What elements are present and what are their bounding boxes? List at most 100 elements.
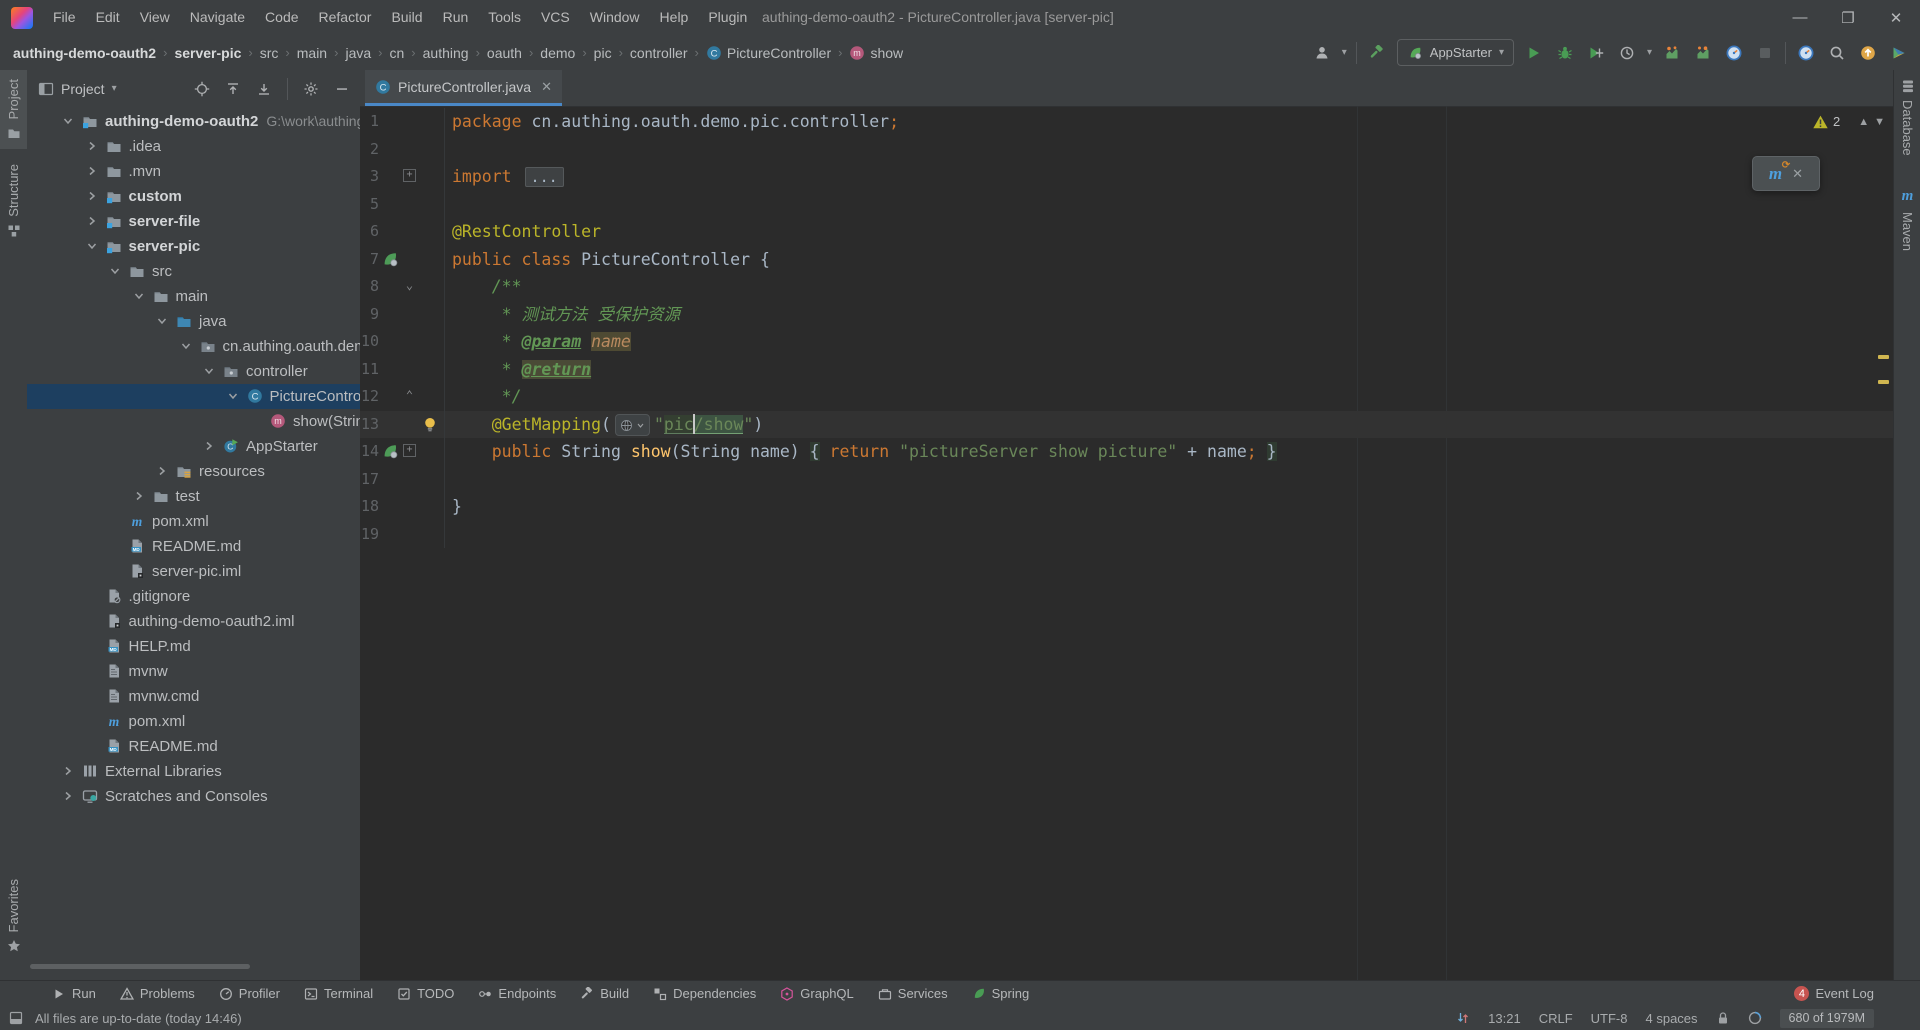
locate-file-icon[interactable]: [194, 81, 210, 97]
profiler-button[interactable]: [1616, 41, 1638, 65]
tree-row-pom-xml[interactable]: mpom.xml: [27, 509, 360, 534]
chevron-down-icon[interactable]: [155, 314, 169, 328]
tree-row--gitignore[interactable]: .gitignore: [27, 584, 360, 609]
tree-row-pom-xml[interactable]: mpom.xml: [27, 709, 360, 734]
chevron-right-icon[interactable]: [85, 189, 99, 203]
chevron-right-icon[interactable]: [132, 489, 146, 503]
chevron-right-icon[interactable]: [202, 439, 216, 453]
toolwindow-button-profiler[interactable]: Profiler: [207, 981, 292, 1006]
chevron-down-icon[interactable]: [179, 339, 193, 353]
tree-row-picturecontroller[interactable]: CPictureController: [27, 384, 360, 409]
minimize-button[interactable]: —: [1776, 0, 1824, 35]
async-profiler-cpu-icon[interactable]: [1661, 41, 1683, 65]
toolwindow-tab-favorites[interactable]: Favorites: [0, 870, 27, 962]
warning-stripe-mark[interactable]: [1878, 355, 1889, 359]
tree-row-java[interactable]: java: [27, 309, 360, 334]
menu-help[interactable]: Help: [650, 0, 699, 35]
close-icon[interactable]: ✕: [541, 79, 552, 95]
fold-marker-icon[interactable]: +: [403, 169, 416, 182]
chevron-down-icon[interactable]: [85, 239, 99, 253]
project-panel-title[interactable]: Project: [61, 81, 105, 97]
breadcrumb-item-show[interactable]: mshow: [848, 45, 904, 61]
toolwindow-button-dependencies[interactable]: Dependencies: [641, 981, 768, 1006]
user-account-icon[interactable]: [1311, 41, 1333, 65]
close-button[interactable]: ✕: [1872, 0, 1920, 35]
chevron-down-icon[interactable]: [61, 114, 75, 128]
toolwindow-button-spring[interactable]: Spring: [960, 981, 1042, 1006]
tree-row-test[interactable]: test: [27, 484, 360, 509]
url-inlay-hint[interactable]: [615, 414, 650, 436]
chevron-right-icon[interactable]: [61, 789, 75, 803]
chevron-right-icon[interactable]: [61, 764, 75, 778]
code-line-11[interactable]: 11 * @return: [360, 356, 1893, 384]
code-line-5[interactable]: 5: [360, 191, 1893, 219]
menu-run[interactable]: Run: [433, 0, 479, 35]
code-line-18[interactable]: 18}: [360, 493, 1893, 521]
tree-row-help-md[interactable]: MDHELP.md: [27, 634, 360, 659]
code-line-8[interactable]: 8⌄ /**: [360, 273, 1893, 301]
breadcrumb-item-src[interactable]: src: [259, 45, 280, 61]
tree-row-mvnw-cmd[interactable]: mvnw.cmd: [27, 684, 360, 709]
menu-navigate[interactable]: Navigate: [180, 0, 255, 35]
chevron-down-icon[interactable]: [108, 264, 122, 278]
chevron-down-icon[interactable]: [226, 389, 240, 403]
breadcrumb-item-authing[interactable]: authing: [422, 45, 470, 61]
code-line-14[interactable]: 14+ public String show(String name) { re…: [360, 438, 1893, 466]
maven-reload-popup[interactable]: m⟳ ✕: [1752, 156, 1820, 191]
code-editor[interactable]: 1package cn.authing.oauth.demo.pic.contr…: [360, 106, 1893, 980]
editor-tab-picturecontroller[interactable]: C PictureController.java ✕: [365, 70, 562, 106]
tree-row-appstarter[interactable]: CAppStarter: [27, 434, 360, 459]
menu-view[interactable]: View: [130, 0, 180, 35]
breadcrumb-item-picturecontroller[interactable]: CPictureController: [705, 45, 832, 61]
menu-file[interactable]: File: [43, 0, 86, 35]
toolwindow-tab-database[interactable]: Database: [1894, 70, 1920, 165]
menu-code[interactable]: Code: [255, 0, 308, 35]
tree-row-show-string-stri[interactable]: mshow(String):Stri: [27, 409, 360, 434]
tree-row-main[interactable]: main: [27, 284, 360, 309]
maven-reload-icon[interactable]: m⟳: [1769, 164, 1782, 184]
chevron-right-icon[interactable]: [85, 139, 99, 153]
maximize-button[interactable]: ❐: [1824, 0, 1872, 35]
tree-row-mvnw[interactable]: mvnw: [27, 659, 360, 684]
breadcrumb-item-pic[interactable]: pic: [593, 45, 613, 61]
menu-vcs[interactable]: VCS: [531, 0, 580, 35]
toolwindow-toggle-icon[interactable]: [9, 1011, 23, 1025]
memory-indicator[interactable]: 680 of 1979M: [1780, 1009, 1874, 1028]
tree-row-server-pic-iml[interactable]: server-pic.iml: [27, 559, 360, 584]
code-line-1[interactable]: 1package cn.authing.oauth.demo.pic.contr…: [360, 108, 1893, 136]
breadcrumb-item-oauth[interactable]: oauth: [486, 45, 523, 61]
spring-bean-icon[interactable]: [382, 443, 398, 459]
event-log-button[interactable]: 4 Event Log: [1794, 981, 1874, 1006]
prev-problem-icon[interactable]: ▲: [1858, 116, 1869, 128]
toolwindow-tab-structure[interactable]: Structure: [0, 155, 27, 247]
breadcrumb-item-cn[interactable]: cn: [388, 45, 405, 61]
learn-ide-icon[interactable]: [1888, 41, 1910, 65]
run-button[interactable]: [1523, 41, 1545, 65]
breadcrumb-item-demo[interactable]: demo: [539, 45, 576, 61]
code-line-13[interactable]: 13 @GetMapping("pic/show"): [360, 411, 1893, 439]
tree-row-custom[interactable]: custom: [27, 184, 360, 209]
breadcrumb-item-java[interactable]: java: [344, 45, 372, 61]
toolwindow-button-terminal[interactable]: Terminal: [292, 981, 385, 1006]
tree-row-readme-md[interactable]: MDREADME.md: [27, 534, 360, 559]
coverage-button[interactable]: [1585, 41, 1607, 65]
breadcrumb-item-main[interactable]: main: [296, 45, 328, 61]
tree-row--mvn[interactable]: .mvn: [27, 159, 360, 184]
breadcrumb-item-authing-demo-oauth2[interactable]: authing-demo-oauth2: [12, 45, 157, 61]
tree-row-authing-demo-oauth2-iml[interactable]: authing-demo-oauth2.iml: [27, 609, 360, 634]
fold-marker-icon[interactable]: +: [403, 444, 416, 457]
chevron-right-icon[interactable]: [85, 214, 99, 228]
readonly-lock-icon[interactable]: [1716, 1011, 1730, 1025]
close-icon[interactable]: ✕: [1792, 166, 1803, 182]
chevron-down-icon[interactable]: ▾: [112, 83, 117, 94]
update-icon[interactable]: [1857, 41, 1879, 65]
code-line-17[interactable]: 17: [360, 466, 1893, 494]
fold-marker-icon[interactable]: ⌃: [403, 389, 416, 402]
toolwindow-button-build[interactable]: Build: [568, 981, 641, 1006]
code-line-3[interactable]: 3+import ...: [360, 163, 1893, 191]
inspections-widget[interactable]: 2 ▲ ▼: [1813, 114, 1885, 129]
tree-row-readme-md[interactable]: MDREADME.md: [27, 734, 360, 759]
chevron-right-icon[interactable]: [155, 464, 169, 478]
menu-build[interactable]: Build: [381, 0, 432, 35]
tree-row-server-pic[interactable]: server-pic: [27, 234, 360, 259]
